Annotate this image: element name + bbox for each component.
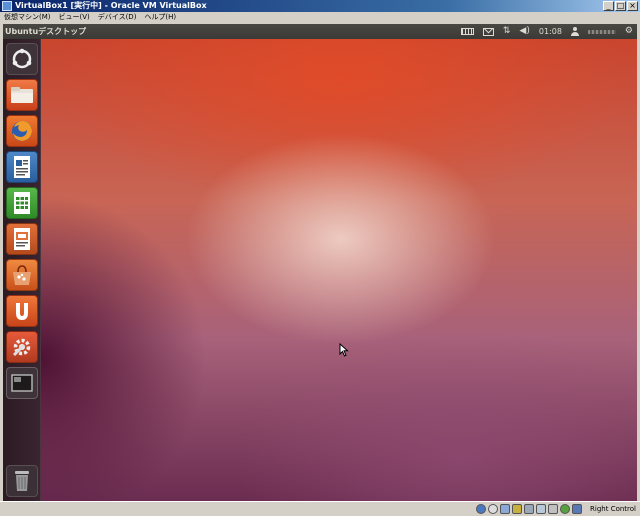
system-settings-icon[interactable]: [6, 331, 38, 363]
mail-icon[interactable]: [482, 27, 494, 36]
top-panel: Ubuntuデスクトップ ⇅ ◀) 01:08 ⚙: [3, 24, 637, 39]
ubuntu-one-icon[interactable]: [6, 295, 38, 327]
unity-launcher: [3, 39, 41, 501]
menu-view[interactable]: ビュー(V): [59, 12, 90, 23]
status-bar: Right Control: [0, 501, 640, 516]
keyboard-capture-icon[interactable]: [572, 504, 582, 514]
firefox-icon[interactable]: [6, 115, 38, 147]
window-title: VirtualBox1 [実行中] - Oracle VM VirtualBox: [15, 1, 207, 10]
network-icon[interactable]: ⇅: [503, 24, 511, 39]
impress-icon[interactable]: [6, 223, 38, 255]
guest-screen[interactable]: Ubuntuデスクトップ ⇅ ◀) 01:08 ⚙: [3, 24, 637, 501]
harddisk-icon[interactable]: [476, 504, 486, 514]
menu-machine[interactable]: 仮想マシン(M): [4, 12, 51, 23]
mouse-integration-icon[interactable]: [560, 504, 570, 514]
trash-icon[interactable]: [6, 465, 38, 497]
menu-help[interactable]: ヘルプ(H): [144, 12, 176, 23]
menubar: 仮想マシン(M) ビュー(V) デバイス(D) ヘルプ(H): [0, 12, 640, 23]
volume-icon[interactable]: ◀): [519, 24, 529, 39]
window-titlebar[interactable]: VirtualBox1 [実行中] - Oracle VM VirtualBox…: [0, 0, 640, 12]
writer-icon[interactable]: [6, 151, 38, 183]
desktop-wallpaper[interactable]: [41, 39, 637, 501]
virtualbox-app-icon: [2, 1, 12, 11]
files-folder-icon[interactable]: [6, 79, 38, 111]
clock[interactable]: 01:08: [539, 24, 562, 39]
shared-folders-icon[interactable]: [512, 504, 522, 514]
workspaces-icon[interactable]: [6, 367, 38, 399]
gear-icon[interactable]: ⚙: [625, 24, 633, 39]
usb-icon[interactable]: [500, 504, 510, 514]
keyboard-icon[interactable]: [460, 28, 474, 35]
menu-devices[interactable]: デバイス(D): [98, 12, 137, 23]
indicator-area: ⇅ ◀) 01:08 ⚙: [460, 24, 633, 39]
maximize-button[interactable]: □: [615, 1, 626, 11]
minimize-button[interactable]: _: [603, 1, 614, 11]
window-controls: _ □ ×: [603, 1, 638, 11]
capture-icon[interactable]: [548, 504, 558, 514]
network-adapter-icon[interactable]: [536, 504, 546, 514]
user-icon[interactable]: [570, 27, 579, 36]
host-key-label: Right Control: [590, 505, 636, 513]
status-icon-tray: [476, 504, 582, 514]
software-center-icon[interactable]: [6, 259, 38, 291]
panel-title: Ubuntuデスクトップ: [5, 27, 87, 36]
dash-home-icon[interactable]: [6, 43, 38, 75]
optical-drive-icon[interactable]: [488, 504, 498, 514]
user-name-blurred: [587, 29, 616, 34]
close-button[interactable]: ×: [627, 1, 638, 11]
calc-icon[interactable]: [6, 187, 38, 219]
display-icon[interactable]: [524, 504, 534, 514]
